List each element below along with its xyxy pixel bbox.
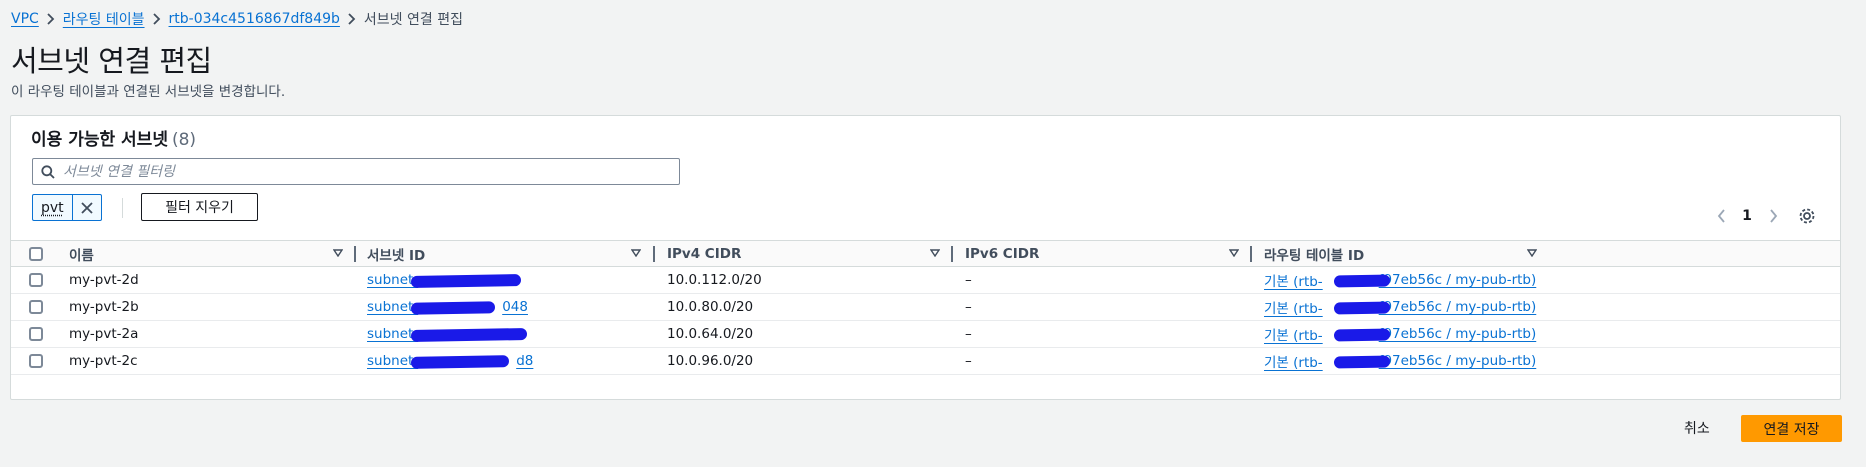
chevron-right-icon: [39, 13, 63, 25]
search-input[interactable]: [63, 163, 663, 180]
column-header-subnet-id[interactable]: 서브넷 ID: [367, 241, 425, 266]
table-row[interactable]: my-pvt-2b subnet- 048 10.0.80.0/20 – 기본 (…: [11, 294, 1840, 321]
route-table-suffix: f97eb56c / my-pub-rtb): [1378, 353, 1537, 369]
column-resizer[interactable]: [951, 246, 953, 262]
route-table-prefix: 기본 (rtb-: [1264, 301, 1323, 317]
table-header: 이름 서브넷 ID IPv4 CIDR IPv6 CIDR 라우팅 테이블 ID: [11, 240, 1840, 267]
column-resizer[interactable]: [1250, 246, 1252, 262]
subnet-id-suffix: d8: [516, 353, 534, 369]
row-checkbox[interactable]: [29, 354, 43, 368]
subnet-id-suffix: 048: [502, 299, 528, 315]
subnet-name: my-pvt-2a: [69, 326, 139, 342]
filter-token: pvt: [32, 194, 102, 221]
breadcrumb-route-table-id[interactable]: rtb-034c4516867df849b: [169, 11, 340, 27]
column-header-ipv6-cidr[interactable]: IPv6 CIDR: [965, 241, 1039, 266]
page-title: 서브넷 연결 편집: [11, 44, 212, 78]
ipv4-cidr: 10.0.96.0/20: [667, 353, 754, 369]
chevron-right-icon[interactable]: [1759, 204, 1787, 228]
divider: [122, 198, 123, 218]
sort-caret-icon[interactable]: [930, 249, 940, 257]
breadcrumb-vpc[interactable]: VPC: [11, 11, 39, 27]
redaction-mark: [1333, 274, 1391, 288]
available-subnets-panel: 이용 가능한 서브넷(8) pvt 필터 지우기 1 이름: [10, 115, 1841, 400]
save-associations-button[interactable]: 연결 저장: [1741, 415, 1842, 442]
route-table-link[interactable]: 기본 (rtb-f97eb56c / my-pub-rtb): [1264, 294, 1536, 320]
table-row[interactable]: my-pvt-2a subnet- 10.0.64.0/20 – 기본 (rtb…: [11, 321, 1840, 348]
search-box[interactable]: [32, 158, 680, 185]
filter-token-label[interactable]: pvt: [33, 195, 73, 220]
table-row[interactable]: my-pvt-2c subnet-d8 10.0.96.0/20 – 기본 (r…: [11, 348, 1840, 375]
subnet-name: my-pvt-2d: [69, 272, 139, 288]
select-all-checkbox[interactable]: [29, 247, 43, 261]
subnet-name: my-pvt-2b: [69, 299, 139, 315]
chevron-right-icon: [340, 13, 364, 25]
current-page[interactable]: 1: [1735, 208, 1759, 224]
clear-filters-button[interactable]: 필터 지우기: [141, 193, 258, 221]
ipv4-cidr: 10.0.64.0/20: [667, 326, 754, 342]
sort-caret-icon[interactable]: [631, 249, 641, 257]
chevron-left-icon[interactable]: [1707, 204, 1735, 228]
sort-caret-icon[interactable]: [333, 249, 343, 257]
ipv6-cidr: –: [965, 299, 972, 315]
route-table-suffix: f97eb56c / my-pub-rtb): [1378, 299, 1537, 315]
column-header-route-table-id[interactable]: 라우팅 테이블 ID: [1264, 241, 1364, 266]
redaction-mark: [410, 355, 510, 369]
gear-icon[interactable]: [1795, 204, 1819, 228]
breadcrumb: VPC 라우팅 테이블 rtb-034c4516867df849b 서브넷 연결…: [11, 8, 463, 30]
cancel-button[interactable]: 취소: [1684, 418, 1710, 438]
redaction-mark: [1333, 301, 1391, 315]
ipv6-cidr: –: [965, 353, 972, 369]
redaction-mark: [410, 327, 528, 343]
table-row[interactable]: my-pvt-2d subnet- 10.0.112.0/20 – 기본 (rt…: [11, 267, 1840, 294]
route-table-prefix: 기본 (rtb-: [1264, 355, 1323, 371]
redaction-mark: [1333, 328, 1391, 342]
panel-title: 이용 가능한 서브넷: [31, 130, 168, 150]
column-resizer[interactable]: [354, 246, 356, 262]
route-table-link[interactable]: 기본 (rtb-f97eb56c / my-pub-rtb): [1264, 348, 1536, 374]
column-resizer[interactable]: [653, 246, 655, 262]
subnet-name: my-pvt-2c: [69, 353, 138, 369]
redaction-mark: [410, 274, 522, 288]
ipv4-cidr: 10.0.80.0/20: [667, 299, 754, 315]
redaction-mark: [1333, 355, 1391, 369]
breadcrumb-route-tables[interactable]: 라우팅 테이블: [63, 9, 145, 29]
route-table-prefix: 기본 (rtb-: [1264, 274, 1323, 290]
route-table-prefix: 기본 (rtb-: [1264, 328, 1323, 344]
ipv6-cidr: –: [965, 326, 972, 342]
breadcrumb-current: 서브넷 연결 편집: [363, 12, 463, 28]
redaction-mark: [410, 301, 496, 315]
ipv6-cidr: –: [965, 272, 972, 288]
column-header-name[interactable]: 이름: [69, 241, 94, 266]
close-icon[interactable]: [73, 195, 101, 220]
route-table-link[interactable]: 기본 (rtb-f97eb56c / my-pub-rtb): [1264, 267, 1536, 293]
panel-header: 이용 가능한 서브넷 (8): [31, 125, 196, 150]
ipv4-cidr: 10.0.112.0/20: [667, 272, 762, 288]
route-table-suffix: f97eb56c / my-pub-rtb): [1378, 272, 1537, 288]
route-table-link[interactable]: 기본 (rtb-f97eb56c / my-pub-rtb): [1264, 321, 1536, 347]
pagination: 1: [1707, 204, 1787, 228]
column-header-ipv4-cidr[interactable]: IPv4 CIDR: [667, 241, 741, 266]
sort-caret-icon[interactable]: [1527, 249, 1537, 257]
row-checkbox[interactable]: [29, 300, 43, 314]
sort-caret-icon[interactable]: [1229, 249, 1239, 257]
route-table-suffix: f97eb56c / my-pub-rtb): [1378, 326, 1537, 342]
row-checkbox[interactable]: [29, 273, 43, 287]
page-description: 이 라우팅 테이블과 연결된 서브넷을 변경합니다.: [11, 84, 286, 100]
row-checkbox[interactable]: [29, 327, 43, 341]
search-icon: [33, 164, 63, 179]
subnet-count: (8): [171, 130, 197, 150]
chevron-right-icon: [145, 13, 169, 25]
